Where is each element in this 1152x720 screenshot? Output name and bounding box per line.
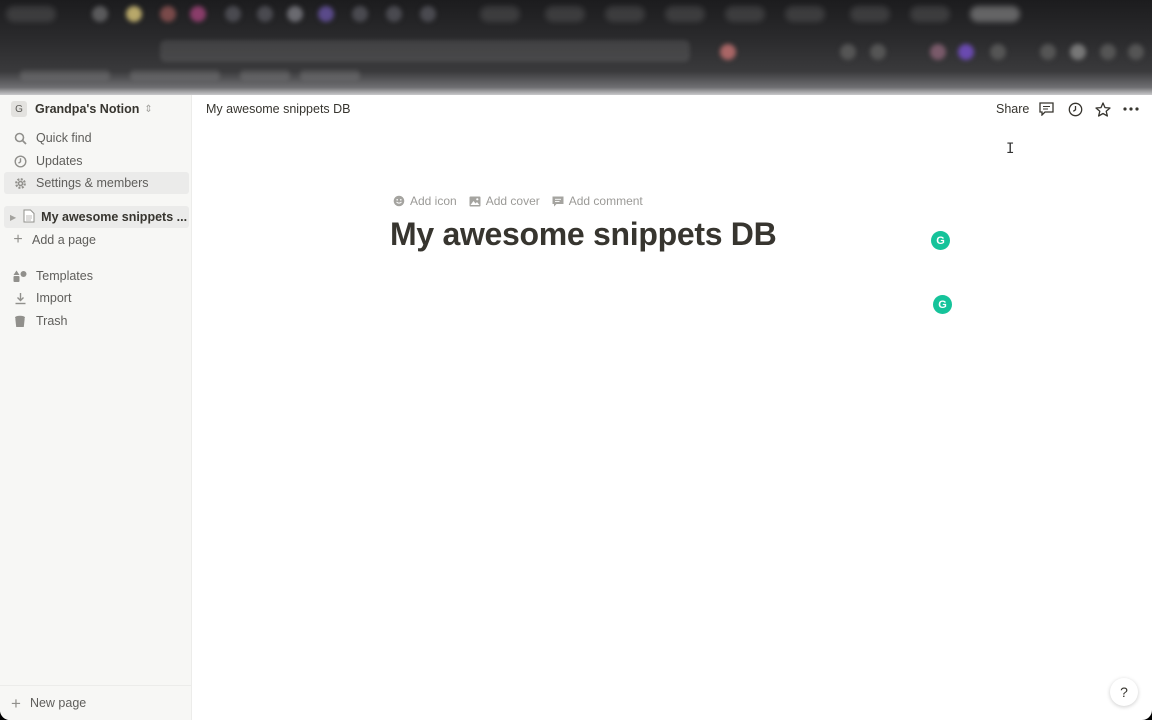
star-icon[interactable] <box>1095 101 1111 117</box>
sidebar-page-snippets-db[interactable]: ▶ My awesome snippets ... <box>4 206 189 228</box>
topbar: My awesome snippets DB Share <box>192 95 1152 123</box>
notion-window: G Grandpa's Notion ⇕ Quick find Updates … <box>0 95 1152 720</box>
add-icon-button[interactable]: Add icon <box>393 194 457 208</box>
sidebar-page-label: My awesome snippets ... <box>41 210 188 224</box>
workspace-switcher[interactable]: G Grandpa's Notion ⇕ <box>0 95 192 123</box>
text-cursor-icon: I <box>1006 141 1015 157</box>
sidebar-item-label: Quick find <box>36 131 92 145</box>
sidebar-item-import[interactable]: Import <box>4 287 189 309</box>
plus-icon: + <box>11 693 21 713</box>
add-page-label: Add a page <box>32 233 96 247</box>
add-cover-button[interactable]: Add cover <box>469 194 540 208</box>
sidebar-item-updates[interactable]: Updates <box>4 150 189 172</box>
add-cover-label: Add cover <box>485 194 540 208</box>
add-comment-button[interactable]: Add comment <box>552 194 643 208</box>
sidebar-item-templates[interactable]: Templates <box>4 265 189 287</box>
smile-icon <box>393 195 405 207</box>
expand-toggle-icon[interactable]: ▶ <box>10 213 16 222</box>
browser-chrome <box>0 0 1152 95</box>
search-icon <box>13 131 27 145</box>
sidebar-item-settings[interactable]: Settings & members <box>4 172 189 194</box>
clock-icon <box>13 154 27 168</box>
help-button[interactable]: ? <box>1110 678 1138 706</box>
sidebar-item-label: Import <box>36 291 72 305</box>
page-title[interactable]: My awesome snippets DB <box>390 216 777 253</box>
image-icon <box>469 196 481 206</box>
new-page-label: New page <box>29 696 87 710</box>
new-page-button[interactable]: + New page <box>0 685 192 720</box>
sidebar: G Grandpa's Notion ⇕ Quick find Updates … <box>0 95 192 720</box>
sidebar-item-quick-find[interactable]: Quick find <box>4 127 189 149</box>
sidebar-item-label: Trash <box>36 314 68 328</box>
history-clock-icon[interactable] <box>1067 101 1083 117</box>
comment-icon <box>552 196 564 206</box>
workspace-avatar: G <box>11 101 27 117</box>
workspace-name: Grandpa's Notion <box>35 102 140 116</box>
templates-icon <box>13 269 27 283</box>
download-icon <box>13 291 27 305</box>
more-options-icon[interactable] <box>1123 101 1139 117</box>
page-actions: Add icon Add cover Add comment <box>393 194 655 208</box>
add-page-button[interactable]: + Add a page <box>4 229 189 251</box>
plus-icon: + <box>13 231 23 248</box>
sidebar-item-trash[interactable]: Trash <box>4 310 189 332</box>
breadcrumb[interactable]: My awesome snippets DB <box>206 102 351 116</box>
add-icon-label: Add icon <box>410 194 457 208</box>
browser-tab-strip <box>0 6 1152 30</box>
sidebar-item-label: Templates <box>36 269 93 283</box>
sidebar-item-label: Settings & members <box>36 176 149 190</box>
gear-icon <box>13 176 27 190</box>
chevron-updown-icon: ⇕ <box>144 103 153 115</box>
share-button[interactable]: Share <box>996 102 1029 116</box>
trash-icon <box>13 314 27 328</box>
add-comment-label: Add comment <box>568 194 643 208</box>
grammarly-icon[interactable]: G <box>933 295 952 314</box>
page-icon <box>23 209 35 226</box>
sidebar-item-label: Updates <box>36 154 83 168</box>
address-bar[interactable] <box>160 40 690 62</box>
comments-icon[interactable] <box>1038 101 1054 117</box>
grammarly-icon[interactable]: G <box>931 231 950 250</box>
